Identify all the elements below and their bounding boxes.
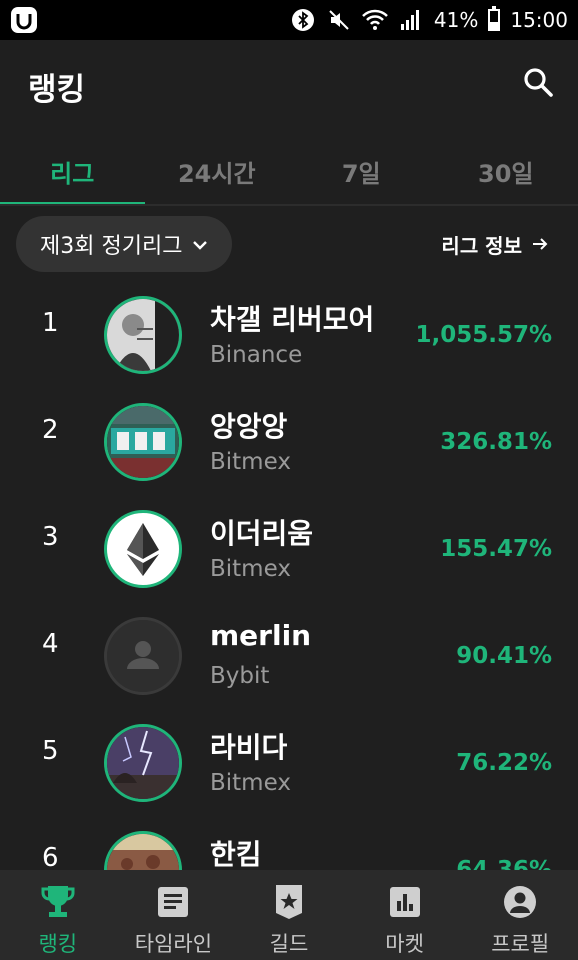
rank-number: 1 bbox=[42, 308, 59, 338]
avatar bbox=[104, 403, 182, 481]
league-info-link[interactable]: 리그 정보 bbox=[441, 230, 548, 259]
nav-label: 프로필 bbox=[491, 932, 550, 956]
exchange-name: Bitmex bbox=[210, 770, 291, 796]
exchange-name: Bitmex bbox=[210, 449, 291, 475]
nav-label: 마켓 bbox=[385, 932, 424, 956]
ranking-list: 1 차갤 리버모어 Binance 1,055.57% 2 앙앙앙 Bitmex… bbox=[0, 282, 578, 870]
signal-icon bbox=[398, 7, 424, 33]
return-percent: 64.36% bbox=[456, 857, 552, 870]
avatar bbox=[104, 831, 182, 870]
chevron-down-icon bbox=[192, 232, 208, 257]
return-percent: 90.41% bbox=[456, 643, 552, 669]
tab-24h[interactable]: 24시간 bbox=[145, 132, 290, 206]
trader-name: 라비다 bbox=[210, 731, 288, 764]
app-header: 랭킹 bbox=[0, 40, 578, 132]
period-tabs: 리그 24시간 7일 30일 bbox=[0, 132, 578, 206]
nav-item-market[interactable]: 마켓 bbox=[347, 870, 463, 960]
bar-chart-icon bbox=[385, 882, 425, 922]
page-title: 랭킹 bbox=[28, 72, 86, 108]
person-circle-icon bbox=[500, 882, 540, 922]
nav-label: 타임라인 bbox=[134, 932, 213, 956]
ranking-row[interactable]: 6 한킴 64.36% bbox=[0, 817, 578, 870]
mute-icon bbox=[326, 7, 352, 33]
search-icon[interactable] bbox=[520, 64, 556, 100]
tab-7d[interactable]: 7일 bbox=[289, 132, 434, 206]
tab-league[interactable]: 리그 bbox=[0, 132, 145, 206]
default-avatar-icon bbox=[104, 617, 182, 695]
arrow-right-icon bbox=[532, 233, 548, 257]
tabs-divider bbox=[0, 204, 578, 206]
avatar bbox=[104, 296, 182, 374]
trader-name: 한킴 bbox=[210, 838, 262, 870]
nav-item-guild[interactable]: 길드 bbox=[231, 870, 347, 960]
wifi-icon bbox=[362, 7, 388, 33]
ranking-row[interactable]: 3 이더리움 Bitmex 155.47% bbox=[0, 496, 578, 603]
trophy-icon bbox=[38, 882, 78, 922]
battery-icon bbox=[488, 6, 501, 31]
rank-number: 2 bbox=[42, 415, 59, 445]
nav-label: 랭킹 bbox=[38, 932, 78, 956]
ranking-row[interactable]: 2 앙앙앙 Bitmex 326.81% bbox=[0, 389, 578, 496]
badge-star-icon bbox=[269, 882, 309, 922]
ethereum-icon bbox=[104, 510, 182, 588]
exchange-name: Binance bbox=[210, 342, 303, 368]
avatar bbox=[104, 724, 182, 802]
ranking-row[interactable]: 4 merlin Bybit 90.41% bbox=[0, 603, 578, 710]
trader-name: 이더리움 bbox=[210, 517, 314, 550]
trader-name: merlin bbox=[210, 619, 312, 652]
nav-item-ranking[interactable]: 랭킹 bbox=[0, 870, 116, 960]
trader-name: 앙앙앙 bbox=[210, 410, 288, 443]
nav-item-timeline[interactable]: 타임라인 bbox=[116, 870, 232, 960]
return-percent: 1,055.57% bbox=[415, 322, 552, 348]
rank-number: 3 bbox=[42, 522, 59, 552]
exchange-name: Bitmex bbox=[210, 556, 291, 582]
exchange-name: Bybit bbox=[210, 663, 270, 689]
return-percent: 155.47% bbox=[440, 536, 552, 562]
tab-30d[interactable]: 30일 bbox=[434, 132, 578, 206]
nav-item-profile[interactable]: 프로필 bbox=[462, 870, 578, 960]
ranking-row[interactable]: 5 라비다 Bitmex 76.22% bbox=[0, 710, 578, 817]
return-percent: 326.81% bbox=[440, 429, 552, 455]
rank-number: 5 bbox=[42, 736, 59, 766]
battery-percent: 41% bbox=[433, 8, 479, 32]
ranking-row[interactable]: 1 차갤 리버모어 Binance 1,055.57% bbox=[0, 282, 578, 389]
league-dropdown[interactable]: 제3회 정기리그 bbox=[16, 216, 233, 272]
bluetooth-icon bbox=[290, 7, 316, 33]
nav-label: 길드 bbox=[269, 932, 309, 956]
return-percent: 76.22% bbox=[456, 750, 552, 776]
league-info-label: 리그 정보 bbox=[441, 234, 522, 258]
league-dropdown-label: 제3회 정기리그 bbox=[40, 234, 183, 259]
status-bar: 41% 15:00 bbox=[0, 0, 578, 40]
document-icon bbox=[153, 882, 193, 922]
app-notification-icon bbox=[10, 6, 38, 34]
clock: 15:00 bbox=[510, 8, 568, 32]
rank-number: 6 bbox=[42, 843, 59, 870]
bottom-navigation: 랭킹 타임라인 길드 마켓 프로필 bbox=[0, 870, 578, 960]
trader-name: 차갤 리버모어 bbox=[210, 303, 375, 336]
rank-number: 4 bbox=[42, 629, 59, 659]
